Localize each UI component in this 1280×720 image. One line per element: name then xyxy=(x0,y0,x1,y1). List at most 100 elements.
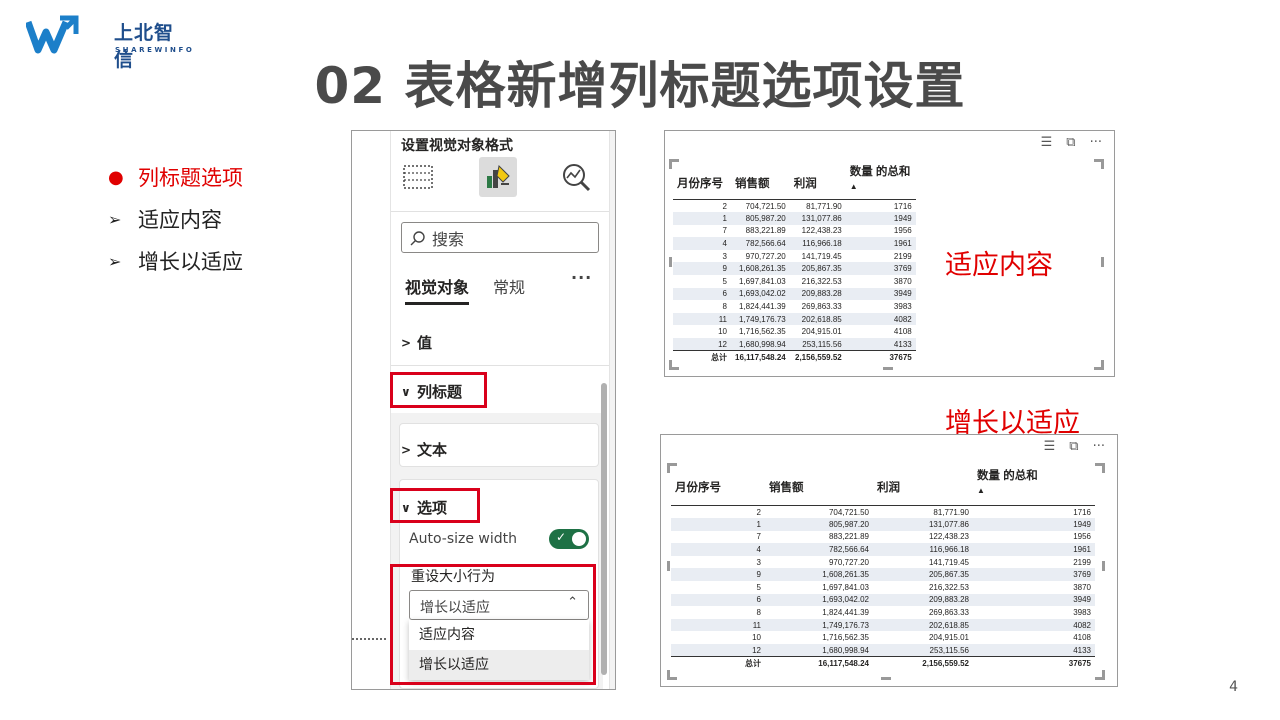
table-cell: 2,156,559.52 xyxy=(789,350,846,364)
table-cell: 1,608,261.35 xyxy=(765,568,873,582)
table-cell: 970,727.20 xyxy=(745,251,786,261)
table-row[interactable]: 1 805,987.20 131,077.86 1949 xyxy=(671,518,1095,531)
table-cell: 2199 xyxy=(1073,557,1091,567)
table-cell: 4082 xyxy=(973,618,1095,632)
subsection-text[interactable]: > 文本 xyxy=(401,439,447,460)
table-row[interactable]: 9 1,608,261.35 205,867.35 3769 xyxy=(671,568,1095,582)
data-table: 月份序号 销售额 利润 数量 的总和 ▲ 2 704,721.50 81,771.90 171… xyxy=(673,163,916,364)
table-row[interactable]: 1 805,987.20 131,077.86 1949 xyxy=(673,212,916,225)
bullet-item: ● 列标题选项 xyxy=(108,156,243,198)
table-cell: 1,824,441.39 xyxy=(739,302,786,312)
table-row[interactable]: 10 1,716,562.35 204,915.01 4108 xyxy=(671,631,1095,644)
table-cell: 253,115.56 xyxy=(789,338,846,351)
table-cell: 2 xyxy=(756,507,761,517)
table-row[interactable]: 12 1,680,998.94 253,115.56 4133 xyxy=(671,644,1095,657)
table-row[interactable]: 11 1,749,176.73 202,618.85 4082 xyxy=(671,618,1095,632)
table-cell: 1 xyxy=(671,518,765,531)
focus-mode-icon[interactable]: ⧉ xyxy=(1069,439,1078,454)
table-row[interactable]: 11 1,749,176.73 202,618.85 4082 xyxy=(673,312,916,326)
column-header[interactable]: 数量 的总和 ▲ xyxy=(973,467,1095,506)
table-row[interactable]: 5 1,697,841.03 216,322.53 3870 xyxy=(673,275,916,288)
resize-handle[interactable] xyxy=(1102,561,1105,571)
table-cell: 1,716,562.35 xyxy=(822,633,869,643)
table-row[interactable]: 7 883,221.89 122,438.23 1956 xyxy=(673,225,916,238)
column-header[interactable]: 销售额 xyxy=(731,163,790,200)
resize-handle[interactable] xyxy=(1095,670,1105,680)
resize-handle[interactable] xyxy=(669,257,672,267)
build-visual-icon[interactable] xyxy=(399,157,437,197)
table-row[interactable]: 7 883,221.89 122,438.23 1956 xyxy=(671,531,1095,544)
table-row[interactable]: 2 704,721.50 81,771.90 1716 xyxy=(673,200,916,213)
table-cell: 16,117,548.24 xyxy=(731,350,790,364)
table-row[interactable]: 8 1,824,441.39 269,863.33 3983 xyxy=(673,300,916,313)
table-cell: 141,719.45 xyxy=(928,557,969,567)
table-row[interactable]: 3 970,727.20 141,719.45 2199 xyxy=(673,250,916,263)
auto-size-toggle[interactable]: ✓ xyxy=(549,529,589,549)
table-cell: 204,915.01 xyxy=(928,633,969,643)
table-row[interactable]: 9 1,608,261.35 205,867.35 3769 xyxy=(673,262,916,276)
table-row[interactable]: 2 704,721.50 81,771.90 1716 xyxy=(671,506,1095,519)
table-cell: 3769 xyxy=(973,568,1095,582)
table-cell: 11 xyxy=(671,618,765,632)
more-options-icon[interactable]: ··· xyxy=(1090,135,1102,150)
pane-scrollbar[interactable] xyxy=(601,383,607,675)
dotted-divider xyxy=(352,638,386,640)
table-cell: 10 xyxy=(718,327,727,337)
visual-header-icons: ☰ ⧉ ··· xyxy=(1044,439,1105,454)
data-table: 月份序号 销售额 利润 数量 的总和 ▲ 2 704,721.50 81,771.90 171… xyxy=(671,467,1095,670)
column-header[interactable]: 月份序号 xyxy=(671,467,765,506)
tab-general[interactable]: 常规 xyxy=(493,274,525,298)
column-header-label: 利润 xyxy=(793,178,817,190)
format-visual-icon[interactable] xyxy=(479,157,517,197)
column-header[interactable]: 数量 的总和 ▲ xyxy=(845,163,916,200)
section-label: 文本 xyxy=(417,441,448,459)
analytics-icon[interactable] xyxy=(557,157,595,197)
table-row[interactable]: 4 782,566.64 116,966.18 1961 xyxy=(671,543,1095,556)
section-values[interactable]: > 值 xyxy=(401,332,432,353)
resize-handle[interactable] xyxy=(667,561,670,571)
sort-descending-icon: ▲ xyxy=(849,182,858,191)
resize-handle[interactable] xyxy=(881,677,891,680)
resize-handle[interactable] xyxy=(1094,159,1104,169)
table-row[interactable]: 10 1,716,562.35 204,915.01 4108 xyxy=(673,325,916,338)
table-cell: 1,716,562.35 xyxy=(739,327,786,337)
table-cell: 1,680,998.94 xyxy=(765,644,873,657)
auto-size-label: Auto-size width xyxy=(409,531,518,547)
bullet-item: ➢ 增长以适应 xyxy=(108,240,243,282)
focus-mode-icon[interactable]: ⧉ xyxy=(1066,135,1075,150)
search-input[interactable]: 搜索 xyxy=(401,222,599,253)
resize-handle[interactable] xyxy=(1095,463,1105,473)
filter-icon[interactable]: ☰ xyxy=(1044,439,1056,454)
table-cell: 704,721.50 xyxy=(745,201,786,211)
table-row[interactable]: 6 1,693,042.02 209,883.28 3949 xyxy=(673,287,916,301)
table-row[interactable]: 5 1,697,841.03 216,322.53 3870 xyxy=(671,581,1095,594)
table-row[interactable]: 12 1,680,998.94 253,115.56 4133 xyxy=(673,338,916,351)
resize-handle[interactable] xyxy=(883,367,893,370)
table-cell: 205,867.35 xyxy=(873,568,973,582)
column-header[interactable]: 利润 xyxy=(873,467,973,506)
table-cell: 9 xyxy=(673,262,731,276)
table-cell: 总计 xyxy=(671,656,765,670)
table-cell: 1,749,176.73 xyxy=(765,618,873,632)
table-cell: 总计 xyxy=(673,350,731,364)
column-header[interactable]: 月份序号 xyxy=(673,163,731,200)
tab-visual[interactable]: 视觉对象 xyxy=(405,274,470,305)
table-cell: 4 xyxy=(671,543,765,556)
table-cell: 122,438.23 xyxy=(801,226,842,236)
filter-icon[interactable]: ☰ xyxy=(1041,135,1053,150)
resize-handle[interactable] xyxy=(667,670,677,680)
table-row[interactable]: 8 1,824,441.39 269,863.33 3983 xyxy=(671,606,1095,619)
table-cell: 1716 xyxy=(1073,507,1091,517)
more-options-icon[interactable]: ··· xyxy=(571,268,592,287)
table-cell: 1956 xyxy=(1073,532,1091,542)
resize-handle[interactable] xyxy=(1094,360,1104,370)
resize-handle[interactable] xyxy=(1101,257,1104,267)
check-icon: ✓ xyxy=(556,530,567,544)
table-cell: 782,566.64 xyxy=(731,237,790,250)
column-header[interactable]: 销售额 xyxy=(765,467,873,506)
table-row[interactable]: 4 782,566.64 116,966.18 1961 xyxy=(673,237,916,250)
table-row[interactable]: 3 970,727.20 141,719.45 2199 xyxy=(671,556,1095,569)
column-header[interactable]: 利润 xyxy=(789,163,846,200)
table-row[interactable]: 6 1,693,042.02 209,883.28 3949 xyxy=(671,593,1095,607)
more-options-icon[interactable]: ··· xyxy=(1093,439,1105,454)
